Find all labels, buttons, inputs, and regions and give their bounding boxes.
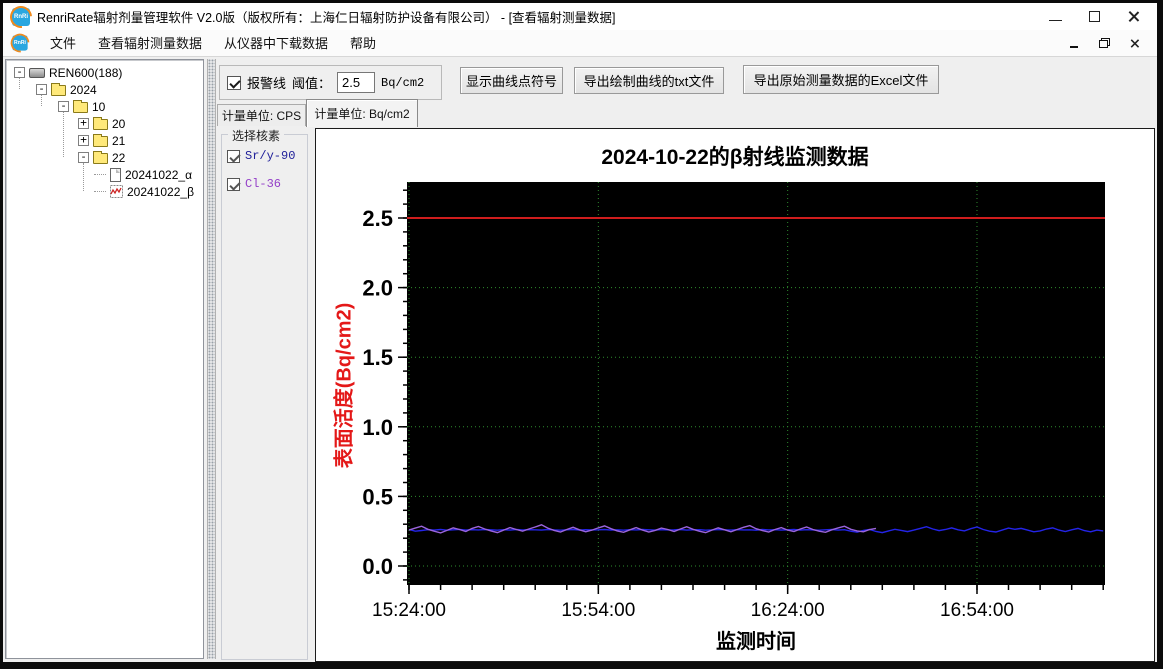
mdi-child-icon[interactable] <box>12 35 28 51</box>
nuclide-row-Cl-36: Cl-36 <box>227 177 307 191</box>
tree-item-label: 2024 <box>70 82 97 97</box>
svg-text:16:54:00: 16:54:00 <box>940 600 1014 621</box>
folder-icon <box>93 150 108 164</box>
chart-canvas: 0.0 0.5 1.0 1.5 2.0 2.5 15:24:00 15:54:00 16:24:… <box>362 182 1105 621</box>
menu-item-1[interactable]: 查看辐射测量数据 <box>87 32 213 55</box>
tree-item-label: 20241022_α <box>125 167 193 182</box>
folder-icon <box>73 99 88 113</box>
nuclide-panel-title: 选择核素 <box>228 127 285 144</box>
tree-item-21[interactable]: +21 <box>78 132 203 149</box>
close-icon[interactable] <box>1126 10 1140 24</box>
menu-item-0[interactable]: 文件 <box>39 32 87 55</box>
folder-icon <box>93 116 108 130</box>
svg-text:2.0: 2.0 <box>362 276 393 301</box>
export-excel-button[interactable]: 导出原始测量数据的Excel文件 <box>743 65 939 94</box>
tree-expander-icon[interactable]: - <box>78 151 89 163</box>
menu-item-3[interactable]: 帮助 <box>339 32 387 55</box>
plot-area <box>407 182 1105 585</box>
title-bar: RenriRate辐射剂量管理软件 V2.0版（版权所有：上海仁日辐射防护设备有… <box>3 3 1157 30</box>
nuclide-label: Sr/y-90 <box>245 149 296 163</box>
tree-item-20241022_α[interactable]: 20241022_α <box>94 166 203 183</box>
svg-text:1.0: 1.0 <box>362 415 393 440</box>
nuclide-checkbox[interactable] <box>227 177 240 191</box>
device-icon <box>29 67 45 78</box>
nuclide-panel: 选择核素 Sr/y-90 Cl-36 <box>221 127 308 660</box>
document-file-icon <box>110 167 121 182</box>
menu-item-2[interactable]: 从仪器中下载数据 <box>213 32 339 55</box>
chart-panel: 2024-10-22的β射线监测数据 0.0 0.5 1.0 1.5 2.0 2.5 15:… <box>315 128 1155 662</box>
tree-item-label: 21 <box>112 133 126 148</box>
menu-bar: 文件查看辐射测量数据从仪器中下载数据帮助 <box>3 30 1157 57</box>
mdi-minimize-icon[interactable] <box>1067 36 1081 50</box>
alarm-line-label: 报警线 <box>247 76 287 91</box>
window-title: RenriRate辐射剂量管理软件 V2.0版（版权所有：上海仁日辐射防护设备有… <box>37 11 616 25</box>
mdi-close-icon[interactable] <box>1127 36 1141 50</box>
x-axis-title: 监测时间 <box>716 631 796 653</box>
tree-connector <box>94 191 106 192</box>
tree-expander-icon[interactable]: + <box>78 134 89 146</box>
tree-guide <box>63 112 64 157</box>
tree-item-label: 20241022_β <box>127 184 194 199</box>
nuclide-row-Sr/y-90: Sr/y-90 <box>227 149 307 163</box>
svg-text:0.5: 0.5 <box>362 484 393 509</box>
threshold-label: 阈值： <box>292 76 332 91</box>
mdi-restore-icon[interactable] <box>1097 36 1111 50</box>
threshold-unit: Bq/cm2 <box>381 75 425 90</box>
tree-item-20241022_β[interactable]: 20241022_β <box>94 183 203 200</box>
tree-expander-icon[interactable]: - <box>58 100 69 112</box>
y-axis-title: 表面活度(Bq/cm2) <box>333 302 356 469</box>
minimize-icon[interactable] <box>1048 10 1062 24</box>
panel-splitter[interactable] <box>207 59 216 659</box>
tree-item-20[interactable]: +20 <box>78 115 203 132</box>
tree-connector <box>94 174 106 175</box>
tree-expander-icon[interactable]: - <box>36 83 47 95</box>
svg-text:15:54:00: 15:54:00 <box>561 600 635 621</box>
tree-guide <box>83 163 84 191</box>
alarm-line-group: 报警线 阈值： Bq/cm2 <box>219 65 442 100</box>
maximize-icon[interactable] <box>1087 10 1101 24</box>
tree-item-label: 20 <box>112 116 126 131</box>
svg-text:15:24:00: 15:24:00 <box>372 600 446 621</box>
nuclide-label: Cl-36 <box>245 177 282 191</box>
tree-item-label: 10 <box>92 99 106 114</box>
svg-text:16:24:00: 16:24:00 <box>751 600 825 621</box>
beta-curve-file-icon <box>110 185 123 198</box>
folder-icon <box>51 82 66 96</box>
threshold-input[interactable] <box>337 72 376 93</box>
tree-item-10[interactable]: - 10 <box>58 98 203 115</box>
tab-unit-bqcm2[interactable]: 计量单位: Bq/cm2 <box>306 99 418 127</box>
tree-expander-icon[interactable]: + <box>78 117 89 129</box>
app-logo-icon <box>12 7 30 26</box>
tab-unit-cps[interactable]: 计量单位: CPS <box>217 104 306 126</box>
svg-text:2.5: 2.5 <box>362 206 393 231</box>
tree-item-label: 22 <box>112 150 126 165</box>
show-curve-points-button[interactable]: 显示曲线点符号 <box>460 67 563 94</box>
tree-item-label: REN600(188) <box>49 65 123 80</box>
tree-expander-icon[interactable]: - <box>14 66 25 78</box>
tree-item-22[interactable]: - 22 <box>78 149 203 166</box>
nuclide-checkbox[interactable] <box>227 149 240 163</box>
svg-text:0.0: 0.0 <box>362 554 393 579</box>
tree-item-2024[interactable]: - 2024 <box>36 81 203 98</box>
app-window: RenriRate辐射剂量管理软件 V2.0版（版权所有：上海仁日辐射防护设备有… <box>0 0 1163 669</box>
tree-item-REN600(188)[interactable]: - REN600(188) <box>14 64 203 81</box>
alarm-line-checkbox[interactable] <box>227 75 241 90</box>
export-txt-button[interactable]: 导出绘制曲线的txt文件 <box>574 67 724 94</box>
device-tree: - REN600(188) -2024-10 +20 +21-22 20241022_α 2… <box>5 59 204 659</box>
folder-icon <box>93 133 108 147</box>
svg-text:1.5: 1.5 <box>362 345 393 370</box>
